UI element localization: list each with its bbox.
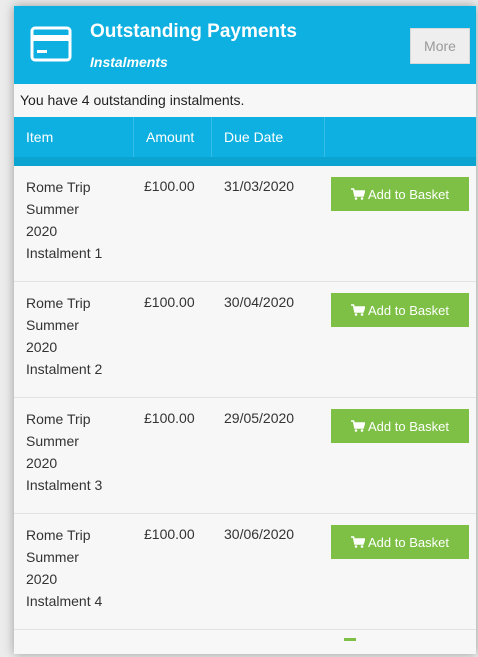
- panel-header: Outstanding Payments Instalments More: [14, 6, 476, 84]
- item-name-line: 2020: [26, 571, 58, 587]
- column-header-action: [325, 117, 476, 157]
- more-button[interactable]: More: [410, 28, 470, 64]
- shopping-cart-icon: [351, 188, 366, 200]
- table-continuation: [14, 630, 476, 654]
- item-cell: Rome Trip Summer 2020 Instalment 1: [14, 166, 134, 281]
- item-name-line: Instalment 3: [26, 477, 103, 493]
- item-name-line: Rome Trip: [26, 295, 91, 311]
- summary-suffix: outstanding instalments.: [93, 92, 245, 108]
- add-to-basket-label: Add to Basket: [368, 534, 449, 550]
- action-cell: Add to Basket: [325, 282, 476, 397]
- item-name-line: Rome Trip: [26, 179, 91, 195]
- shopping-cart-icon: [351, 420, 366, 432]
- shopping-cart-icon: [351, 536, 366, 548]
- due-date-cell: 31/03/2020: [224, 178, 295, 194]
- item-name-line: 2020: [26, 339, 58, 355]
- item-name-line: Instalment 4: [26, 593, 103, 609]
- due-date-cell: 30/04/2020: [224, 294, 295, 310]
- item-name-line: Rome Trip: [26, 527, 91, 543]
- instalment-summary: You have 4 outstanding instalments.: [14, 84, 476, 117]
- table-row: Rome Trip Summer 2020 Instalment 1 £100.…: [14, 166, 476, 282]
- summary-prefix: You have: [20, 92, 78, 108]
- add-to-basket-button[interactable]: Add to Basket: [331, 409, 469, 443]
- item-name-line: Rome Trip: [26, 411, 91, 427]
- table-row: Rome Trip Summer 2020 Instalment 2 £100.…: [14, 282, 476, 398]
- table-row: Rome Trip Summer 2020 Instalment 4 £100.…: [14, 514, 476, 630]
- item-cell: Rome Trip Summer 2020 Instalment 4: [14, 514, 134, 629]
- panel-title: Outstanding Payments: [90, 21, 297, 42]
- add-to-basket-button[interactable]: Add to Basket: [331, 525, 469, 559]
- panel-subtitle: Instalments: [90, 54, 168, 70]
- item-cell: Rome Trip Summer 2020 Instalment 3: [14, 398, 134, 513]
- table-row: Rome Trip Summer 2020 Instalment 3 £100.…: [14, 398, 476, 514]
- outstanding-payments-panel: Outstanding Payments Instalments More Yo…: [14, 6, 476, 654]
- add-to-basket-button[interactable]: Add to Basket: [331, 177, 469, 211]
- item-name-line: Summer: [26, 549, 79, 565]
- action-cell: Add to Basket: [325, 398, 476, 513]
- add-to-basket-label: Add to Basket: [368, 302, 449, 318]
- item-name-line: 2020: [26, 455, 58, 471]
- item-cell: Rome Trip Summer 2020 Instalment 2: [14, 282, 134, 397]
- partial-button-edge: [344, 638, 356, 641]
- summary-count: 4: [81, 92, 90, 108]
- column-header-due-date: Due Date: [212, 117, 325, 157]
- add-to-basket-label: Add to Basket: [368, 186, 449, 202]
- item-name-line: Summer: [26, 433, 79, 449]
- due-date-cell: 29/05/2020: [224, 410, 295, 426]
- item-name-line: Summer: [26, 317, 79, 333]
- add-to-basket-label: Add to Basket: [368, 418, 449, 434]
- column-header-amount: Amount: [134, 117, 212, 157]
- credit-card-icon: [30, 26, 72, 62]
- amount-cell: £100.00: [144, 410, 195, 426]
- item-name-line: 2020: [26, 223, 58, 239]
- item-name-line: Summer: [26, 201, 79, 217]
- column-header-item: Item: [14, 117, 134, 157]
- header-divider: [14, 157, 476, 166]
- table-header: Item Amount Due Date: [14, 117, 476, 157]
- amount-cell: £100.00: [144, 294, 195, 310]
- amount-cell: £100.00: [144, 178, 195, 194]
- item-name-line: Instalment 1: [26, 245, 103, 261]
- item-name-line: Instalment 2: [26, 361, 103, 377]
- due-date-cell: 30/06/2020: [224, 526, 295, 542]
- action-cell: Add to Basket: [325, 166, 476, 281]
- amount-cell: £100.00: [144, 526, 195, 542]
- action-cell: Add to Basket: [325, 514, 476, 629]
- add-to-basket-button[interactable]: Add to Basket: [331, 293, 469, 327]
- shopping-cart-icon: [351, 304, 366, 316]
